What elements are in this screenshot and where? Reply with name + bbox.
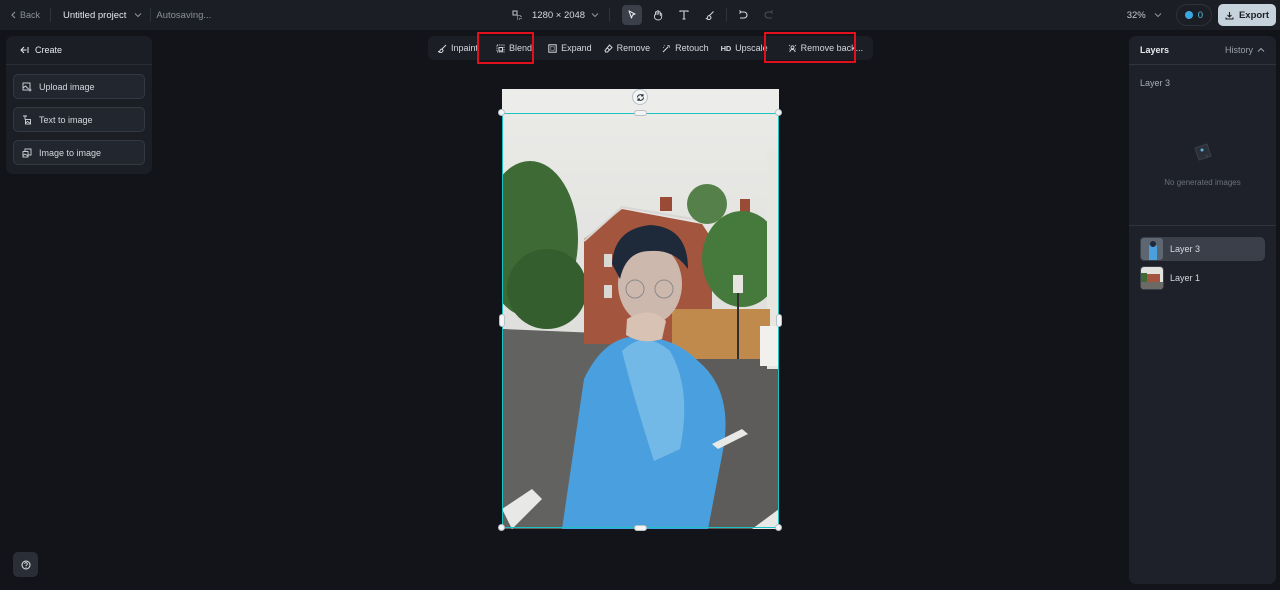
hand-tool[interactable] xyxy=(648,5,668,25)
divider xyxy=(1129,225,1276,226)
resize-handle-top[interactable] xyxy=(634,110,647,116)
upload-image-icon xyxy=(22,82,32,91)
resize-handle-bottom[interactable] xyxy=(634,525,647,531)
upload-image-label: Upload image xyxy=(39,81,95,92)
resize-handle-right[interactable] xyxy=(776,314,782,327)
magic-wand-icon xyxy=(662,44,671,52)
create-panel-header[interactable]: Create xyxy=(6,36,152,65)
collapse-left-icon xyxy=(20,46,29,54)
help-icon xyxy=(21,560,30,569)
text-to-image-label: Text to image xyxy=(39,114,93,125)
redo-button[interactable] xyxy=(759,5,779,25)
select-tool[interactable] xyxy=(622,5,643,25)
upscale-label: Upscale xyxy=(735,43,768,53)
text-icon xyxy=(679,10,689,20)
image-to-image-button[interactable]: Image to image xyxy=(13,140,145,165)
resize-handle-bottom-right[interactable] xyxy=(775,524,782,531)
layers-title: Layers xyxy=(1140,45,1170,55)
hd-icon: HD xyxy=(720,43,732,53)
credits-badge[interactable]: 0 xyxy=(1175,4,1212,26)
layer-thumbnail xyxy=(1140,266,1164,290)
selection-box xyxy=(502,113,779,528)
divider xyxy=(726,8,728,22)
expand-label: Expand xyxy=(561,43,592,53)
chevron-left-icon xyxy=(11,11,16,19)
project-name-dropdown[interactable]: Untitled project xyxy=(51,8,152,22)
zoom-dropdown[interactable]: 32% xyxy=(1127,10,1162,21)
divider xyxy=(609,8,611,22)
layer-name: Layer 3 xyxy=(1170,244,1201,254)
retouch-button[interactable]: Retouch xyxy=(656,37,715,59)
history-layer-name: Layer 3 xyxy=(1140,78,1171,88)
autosave-status: Autosaving... xyxy=(156,9,212,21)
retouch-label: Retouch xyxy=(675,43,709,53)
export-label: Export xyxy=(1238,9,1270,21)
rotate-handle[interactable] xyxy=(632,89,648,105)
chevron-up-icon xyxy=(1257,47,1265,52)
text-to-image-icon xyxy=(23,115,31,124)
layer-thumbnail xyxy=(1140,237,1164,261)
chevron-down-icon xyxy=(1154,13,1162,18)
hand-icon xyxy=(654,9,663,20)
highlight-blend xyxy=(477,32,534,64)
image-to-image-label: Image to image xyxy=(39,147,102,158)
expand-icon xyxy=(548,43,557,53)
eraser-icon xyxy=(604,43,613,52)
remove-button[interactable]: Remove xyxy=(598,37,657,59)
cursor-icon xyxy=(628,10,636,19)
redo-icon xyxy=(764,10,773,19)
remove-label: Remove xyxy=(616,43,651,53)
create-title: Create xyxy=(35,45,63,55)
resize-handle-bottom-left[interactable] xyxy=(498,524,505,531)
history-toggle[interactable]: History xyxy=(1225,45,1265,55)
chevron-down-icon xyxy=(135,13,142,18)
canvas-size-dropdown[interactable]: 1280 × 2048 xyxy=(532,10,599,21)
inpaint-label: Inpaint xyxy=(451,43,479,53)
layer-item[interactable]: Layer 3 xyxy=(1140,237,1265,261)
undo-icon xyxy=(739,10,748,19)
layer-name: Layer 1 xyxy=(1170,273,1201,283)
export-button[interactable]: Export xyxy=(1218,4,1276,26)
zoom-level: 32% xyxy=(1126,9,1146,21)
text-to-image-button[interactable]: Text to image xyxy=(13,107,145,132)
brush-tool[interactable] xyxy=(700,5,720,25)
help-button[interactable] xyxy=(13,552,38,577)
highlight-remove-background xyxy=(764,32,856,63)
rotate-icon xyxy=(636,93,644,101)
download-icon xyxy=(1225,11,1234,20)
empty-state-text: No generated images xyxy=(1164,178,1241,187)
back-label: Back xyxy=(20,10,41,20)
layer-item[interactable]: Layer 1 xyxy=(1140,266,1265,290)
history-label: History xyxy=(1224,45,1253,55)
top-bar: Back Untitled project Autosaving... 1280… xyxy=(0,0,1280,30)
text-tool[interactable] xyxy=(674,5,694,25)
chevron-down-icon xyxy=(591,13,599,18)
image-to-image-icon xyxy=(22,148,32,157)
brush-icon xyxy=(705,11,714,20)
back-button[interactable]: Back xyxy=(10,8,52,22)
resize-handle-top-left[interactable] xyxy=(498,109,505,116)
upload-image-button[interactable]: Upload image xyxy=(13,74,145,99)
resize-handle-top-right[interactable] xyxy=(775,109,782,116)
credits-count: 0 xyxy=(1197,9,1203,21)
undo-button[interactable] xyxy=(733,5,753,25)
layers-panel: Layers History Layer 3 No generated imag… xyxy=(1129,36,1276,584)
resize-handle-left[interactable] xyxy=(499,314,505,327)
frame-icon[interactable] xyxy=(512,10,522,20)
empty-image-icon xyxy=(1194,143,1212,161)
inpaint-icon xyxy=(438,44,447,53)
canvas-size: 1280 × 2048 xyxy=(532,9,586,21)
credit-icon xyxy=(1184,11,1193,19)
project-name: Untitled project xyxy=(63,9,127,21)
expand-button[interactable]: Expand xyxy=(542,37,598,59)
create-panel: Create Upload image Text to image Image … xyxy=(6,36,152,174)
